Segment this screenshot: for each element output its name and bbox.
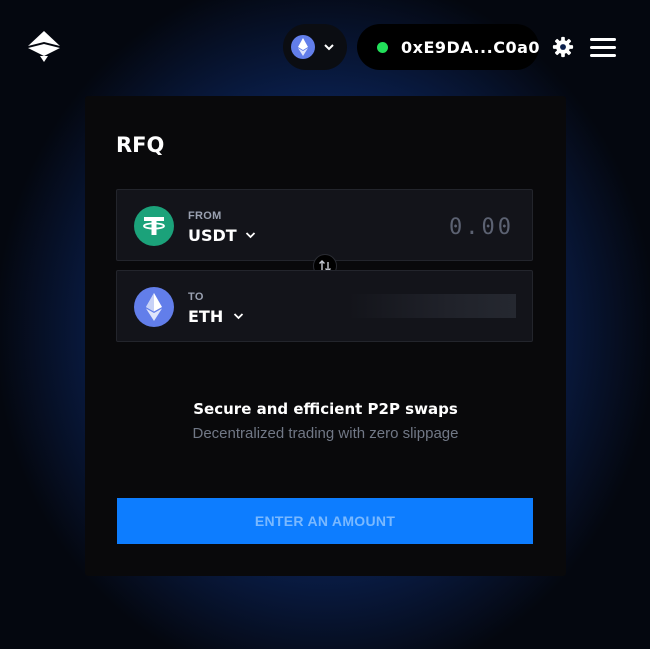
from-token-panel: FROM USDT	[116, 189, 533, 261]
from-label: FROM	[188, 210, 222, 222]
top-header: 0xE9DA...C0a0	[0, 0, 650, 95]
ethereum-icon	[291, 35, 315, 59]
chevron-down-icon[interactable]	[233, 312, 244, 320]
connected-status-dot	[377, 42, 388, 53]
enter-amount-button[interactable]: ENTER AN AMOUNT	[117, 498, 533, 544]
to-token-panel: TO ETH	[116, 270, 533, 342]
chevron-down-icon[interactable]	[245, 231, 256, 239]
wallet-address: 0xE9DA...C0a0	[401, 38, 541, 57]
hamburger-menu-icon[interactable]	[590, 38, 616, 58]
to-amount-output	[348, 294, 516, 318]
ethereum-icon	[134, 287, 174, 327]
network-selector[interactable]	[283, 24, 347, 70]
wallet-button[interactable]: 0xE9DA...C0a0	[357, 24, 541, 70]
gear-icon[interactable]	[552, 36, 574, 58]
from-amount-input[interactable]	[352, 210, 516, 244]
to-label: TO	[188, 291, 204, 303]
tether-icon	[134, 206, 174, 246]
from-token-symbol[interactable]: USDT	[188, 226, 237, 245]
rfq-card: RFQ FROM USDT 0.00 TO ETH Secure and eff…	[85, 96, 566, 576]
logo-icon[interactable]	[26, 29, 62, 63]
headline: Secure and efficient P2P swaps	[193, 400, 458, 418]
to-token-symbol[interactable]: ETH	[188, 307, 223, 326]
subline: Decentralized trading with zero slippage	[192, 425, 459, 442]
card-title: RFQ	[116, 133, 165, 157]
chevron-down-icon	[324, 44, 334, 51]
